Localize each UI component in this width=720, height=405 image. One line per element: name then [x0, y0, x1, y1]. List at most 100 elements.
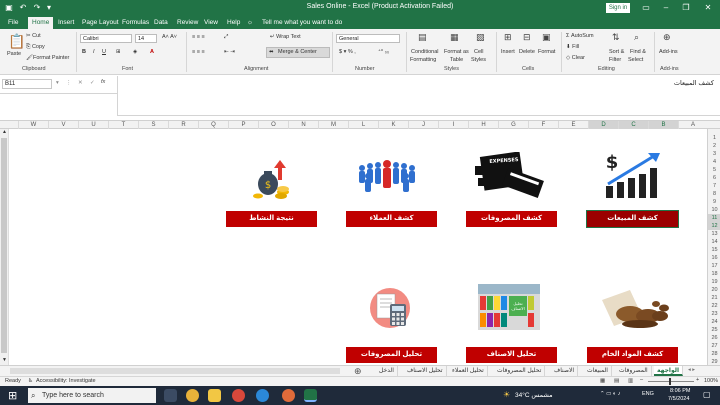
row-header[interactable]: 17 — [708, 262, 720, 270]
column-header[interactable]: R — [168, 121, 198, 129]
tell-me-search[interactable]: Tell me what you want to do — [262, 17, 342, 29]
tab-file[interactable]: File — [4, 17, 22, 29]
language-indicator[interactable]: ENG — [642, 391, 654, 397]
font-color-icon[interactable]: A — [150, 49, 154, 55]
row-header[interactable]: 27 — [708, 342, 720, 350]
tab-home[interactable]: Home — [28, 17, 54, 29]
row-header[interactable]: 19 — [708, 278, 720, 286]
clock-time[interactable]: 8:06 PM — [670, 388, 690, 394]
column-header[interactable]: N — [288, 121, 318, 129]
redo-icon[interactable]: ↷ — [32, 3, 42, 13]
task-view-icon[interactable] — [164, 389, 177, 402]
clear-button[interactable]: ◇ Clear — [566, 55, 585, 61]
number-format-dropdown[interactable]: General — [336, 34, 400, 43]
cell-styles-icon[interactable]: ▧ — [476, 32, 485, 43]
expense-analysis-button[interactable]: تحليل المصروفات — [346, 347, 437, 363]
row-header[interactable]: 12 — [708, 222, 720, 230]
recorder-icon[interactable] — [232, 389, 245, 402]
zoom-level[interactable]: 100% — [704, 378, 718, 384]
tray-icons[interactable]: ⌃ ▭ ◐ ♪ — [600, 391, 620, 397]
column-header[interactable]: I — [438, 121, 468, 129]
chrome-profile-icon[interactable] — [282, 389, 295, 402]
row-header[interactable]: 9 — [708, 198, 720, 206]
edge-icon[interactable] — [256, 389, 269, 402]
format-as-table-icon[interactable]: ▦ — [450, 32, 459, 43]
row-header[interactable]: 20 — [708, 286, 720, 294]
sales-button[interactable]: كشف المبيعات — [586, 210, 679, 228]
find-select-button[interactable]: Find & — [630, 49, 646, 55]
row-header[interactable]: 21 — [708, 294, 720, 302]
customize-quick-access-icon[interactable]: ▾ — [44, 3, 54, 13]
row-header[interactable]: 22 — [708, 302, 720, 310]
clock-date[interactable]: 7/5/2024 — [668, 396, 689, 402]
tab-formulas[interactable]: Formulas — [118, 17, 153, 29]
currency-icon[interactable]: $ ▾ % , — [339, 49, 356, 55]
font-size-dropdown[interactable]: 14 — [135, 34, 157, 43]
sheet-tab-sales[interactable]: المبيعات — [584, 366, 612, 376]
row-header[interactable]: 1 — [708, 134, 720, 142]
format-as-table-button[interactable]: Format as — [444, 49, 469, 55]
row-header[interactable]: 4 — [708, 158, 720, 166]
column-header[interactable]: C — [618, 121, 648, 129]
fill-color-icon[interactable]: ◈ — [133, 49, 137, 55]
row-header[interactable]: 2 — [708, 142, 720, 150]
align-left-icon[interactable]: ≡ ≡ ≡ — [192, 49, 205, 55]
cut-button[interactable]: ✂ Cut — [26, 33, 41, 39]
zoom-slider-thumb[interactable] — [669, 378, 671, 385]
chrome-icon[interactable] — [186, 389, 199, 402]
format-cells-button[interactable]: Format — [538, 49, 555, 55]
conditional-formatting-button[interactable]: Conditional — [411, 49, 439, 55]
column-header[interactable]: O — [258, 121, 288, 129]
column-header[interactable]: B — [648, 121, 678, 129]
align-top-icon[interactable]: ≡ ≡ ≡ — [192, 34, 205, 40]
column-header[interactable]: L — [348, 121, 378, 129]
undo-icon[interactable]: ↶ — [18, 3, 28, 13]
sheet-tab-expenses[interactable]: المصروفات — [616, 366, 652, 376]
tab-review[interactable]: Review — [173, 17, 202, 29]
sort-filter-icon[interactable]: ⇅ — [612, 32, 620, 43]
orientation-icon[interactable]: ⤢ — [224, 34, 228, 41]
expenses-button[interactable]: كشف المصروفات — [466, 211, 557, 227]
scroll-down-icon[interactable]: ▼ — [2, 357, 7, 363]
grow-font-icon[interactable]: A˄ A˅ — [162, 34, 177, 40]
row-header[interactable]: 18 — [708, 270, 720, 278]
delete-cells-icon[interactable]: ⊟ — [523, 32, 531, 43]
column-header[interactable]: J — [408, 121, 438, 129]
borders-icon[interactable]: ⊞ — [116, 49, 121, 55]
items-analysis-button[interactable]: تحليل الاصناف — [466, 347, 557, 363]
enter-icon[interactable]: ✓ — [90, 80, 95, 86]
addins-button[interactable]: Add-ins — [659, 49, 678, 55]
page-layout-view-icon[interactable]: ▤ — [614, 378, 619, 384]
column-header[interactable]: S — [138, 121, 168, 129]
insert-cells-button[interactable]: Insert — [501, 49, 515, 55]
column-header[interactable]: P — [228, 121, 258, 129]
column-header[interactable]: F — [528, 121, 558, 129]
row-header[interactable]: 25 — [708, 326, 720, 334]
italic-button[interactable]: I — [93, 49, 95, 55]
paste-button[interactable]: Paste — [7, 51, 21, 57]
row-header[interactable]: 23 — [708, 310, 720, 318]
merge-center-button[interactable]: ⬌ Merge & Center — [266, 47, 330, 58]
normal-view-icon[interactable]: ▦ — [600, 378, 605, 384]
row-header[interactable]: 8 — [708, 190, 720, 198]
copy-button[interactable]: ⎘ Copy — [26, 44, 45, 51]
decimal-icon[interactable]: ⁺⁰ ₀₀ — [378, 49, 389, 55]
column-header[interactable]: K — [378, 121, 408, 129]
indent-icon[interactable]: ⇤ ⇥ — [224, 49, 235, 55]
zoom-slider[interactable] — [648, 381, 694, 382]
row-header[interactable]: 11 — [708, 214, 720, 222]
save-icon[interactable]: ▣ — [4, 3, 14, 13]
sheet-tab-income[interactable]: الدخل — [376, 366, 398, 376]
sheet-tab-expenses-analysis[interactable]: تحليل المصروفات — [494, 366, 546, 376]
sort-filter-button[interactable]: Sort & — [609, 49, 624, 55]
wrap-text-button[interactable]: ↵ Wrap Text — [270, 34, 301, 40]
namebox-dropdown-icon[interactable]: ▾ — [56, 80, 59, 86]
sheet-tab-home[interactable]: الواجهة — [654, 366, 684, 376]
column-header[interactable]: H — [468, 121, 498, 129]
raw-materials-button[interactable]: كشف المواد الخام — [587, 347, 678, 363]
tab-insert[interactable]: Insert — [54, 17, 78, 29]
row-header[interactable]: 14 — [708, 238, 720, 246]
column-header[interactable]: D — [588, 121, 618, 129]
minimize-icon[interactable]: – — [656, 2, 676, 14]
tab-page-layout[interactable]: Page Layout — [78, 17, 123, 29]
